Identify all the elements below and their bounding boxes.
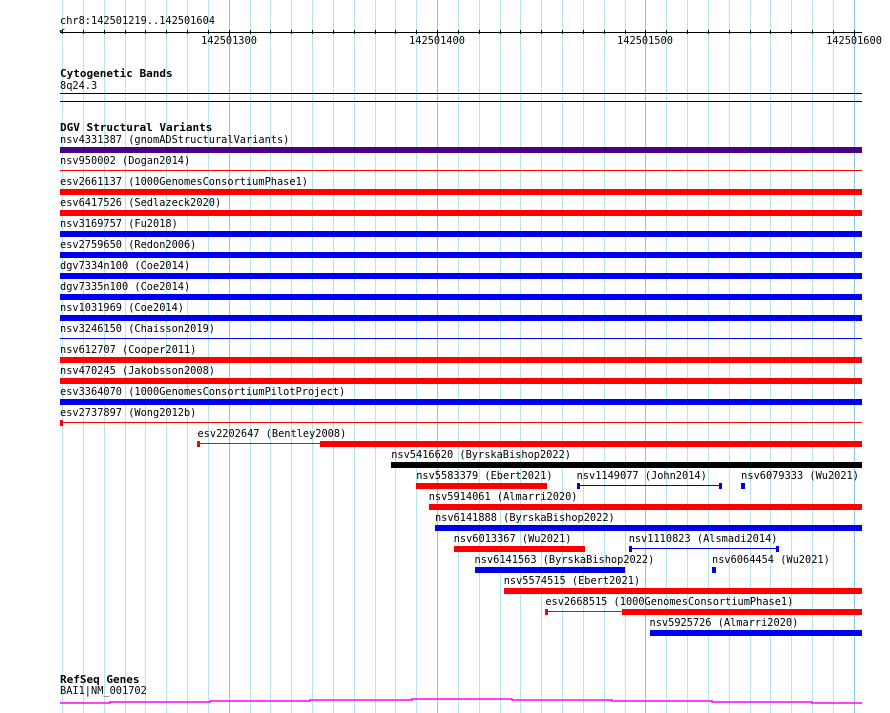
refseq-gene-feature[interactable]	[0, 0, 890, 713]
genome-browser-view: chr8:142501219..142501604 < 142501300142…	[0, 0, 890, 713]
